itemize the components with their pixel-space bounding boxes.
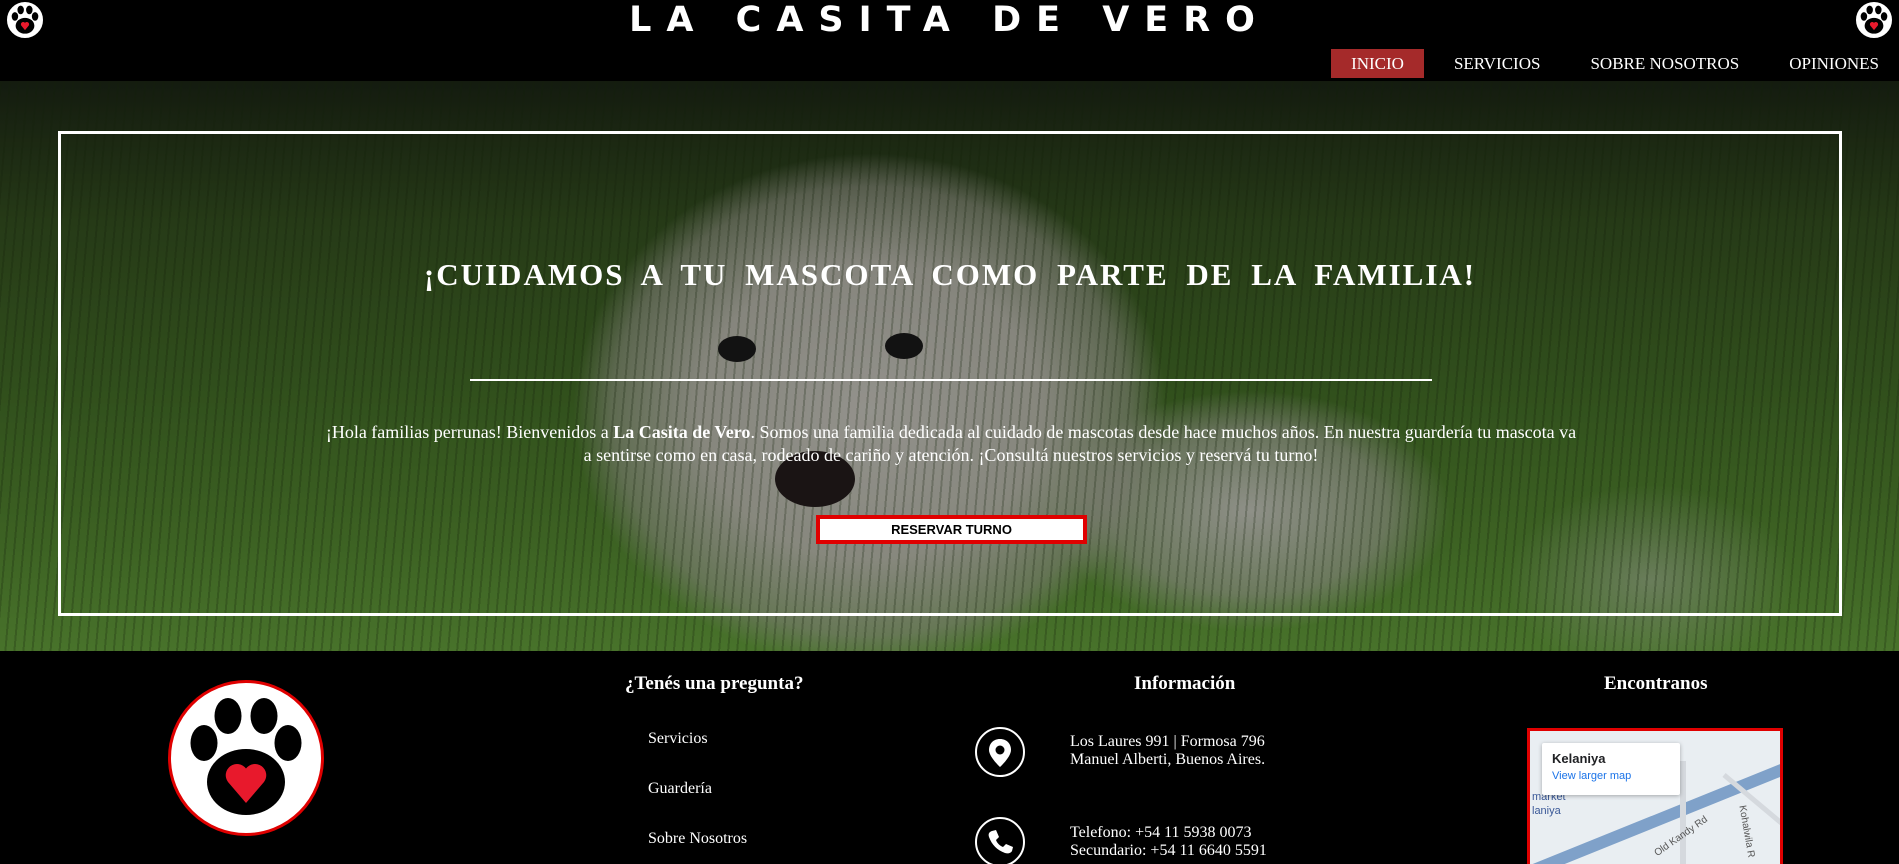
paw-logo-icon bbox=[168, 680, 324, 836]
phone-icon bbox=[975, 817, 1025, 864]
footer-link-guarderia[interactable]: Guardería bbox=[648, 780, 712, 798]
address-line: Los Laures 991 | Formosa 796 bbox=[1070, 733, 1265, 750]
paw-logo-icon[interactable] bbox=[1854, 0, 1894, 40]
nav-sobre-nosotros[interactable]: SOBRE NOSOTROS bbox=[1570, 49, 1759, 78]
site-header: LA CASITA DE VERO INICIO SERVICIOS SOBRE… bbox=[0, 0, 1899, 81]
hero-section: ¡CUIDAMOS A TU MASCOTA COMO PARTE DE LA … bbox=[0, 81, 1899, 651]
footer-link-sobre-nosotros[interactable]: Sobre Nosotros bbox=[648, 830, 747, 848]
address: Los Laures 991 | Formosa 796 Manuel Albe… bbox=[1070, 733, 1265, 769]
site-footer: ¿Tenés una pregunta? Servicios Guardería… bbox=[0, 651, 1899, 864]
hero-title: ¡CUIDAMOS A TU MASCOTA COMO PARTE DE LA … bbox=[423, 257, 1477, 292]
hero-intro-brand: La Casita de Vero bbox=[613, 422, 751, 442]
hero-frame: ¡CUIDAMOS A TU MASCOTA COMO PARTE DE LA … bbox=[58, 131, 1842, 616]
map-label: laniya bbox=[1532, 805, 1561, 817]
map-place-name: Kelaniya bbox=[1552, 751, 1606, 766]
map-info-card: Kelaniya View larger map bbox=[1542, 743, 1680, 795]
phone-primary: Telefono: +54 11 5938 0073 bbox=[1070, 824, 1252, 841]
map-road-label: Kohalwila R bbox=[1736, 804, 1757, 859]
find-us-title: Encontranos bbox=[1604, 673, 1708, 694]
location-pin-icon bbox=[975, 727, 1025, 777]
nav-inicio[interactable]: INICIO bbox=[1331, 49, 1424, 78]
nav-opiniones[interactable]: OPINIONES bbox=[1769, 49, 1899, 78]
info-title: Información bbox=[1134, 673, 1236, 694]
address-line: Manuel Alberti, Buenos Aires. bbox=[1070, 751, 1266, 768]
map-road bbox=[1680, 761, 1686, 864]
view-larger-map-link[interactable]: View larger map bbox=[1552, 770, 1670, 782]
footer-link-servicios[interactable]: Servicios bbox=[648, 730, 708, 748]
site-title: LA CASITA DE VERO bbox=[629, 0, 1270, 40]
reserve-button[interactable]: RESERVAR TURNO bbox=[816, 515, 1087, 544]
hero-intro: ¡Hola familias perrunas! Bienvenidos a L… bbox=[321, 421, 1581, 467]
phone-secondary: Secundario: +54 11 6640 5591 bbox=[1070, 842, 1267, 859]
nav-servicios[interactable]: SERVICIOS bbox=[1434, 49, 1561, 78]
embedded-map[interactable]: market laniya Old Kandy Rd Kohalwila R K… bbox=[1527, 728, 1783, 864]
main-nav: INICIO SERVICIOS SOBRE NOSOTROS OPINIONE… bbox=[1321, 49, 1899, 78]
phone-numbers: Telefono: +54 11 5938 0073 Secundario: +… bbox=[1070, 824, 1267, 860]
hero-divider bbox=[470, 379, 1432, 381]
faq-title: ¿Tenés una pregunta? bbox=[625, 673, 804, 694]
hero-intro-text: ¡Hola familias perrunas! Bienvenidos a bbox=[325, 422, 614, 442]
